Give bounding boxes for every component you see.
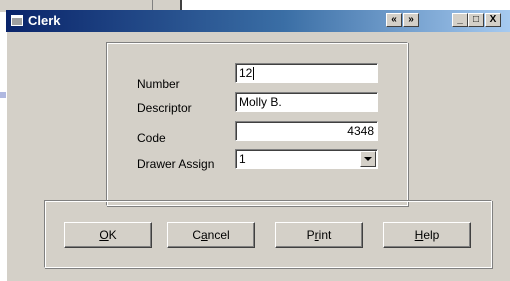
minimize-button[interactable]: _ (452, 13, 468, 27)
descriptor-label: Descriptor (137, 101, 192, 115)
number-value: 12 (239, 66, 253, 80)
cancel-label-start: C (192, 228, 201, 242)
close-button[interactable]: X (485, 13, 501, 27)
cancel-accelerator: a (200, 228, 208, 242)
help-label-rest: elp (423, 228, 440, 242)
drawer-assign-select[interactable]: 1 (235, 149, 378, 169)
print-button[interactable]: Print (275, 222, 363, 248)
code-label: Code (137, 131, 166, 145)
title-bar[interactable]: Clerk « » _ □ X (6, 10, 510, 32)
descriptor-input[interactable]: Molly B. (235, 92, 378, 112)
number-label: Number (137, 77, 180, 91)
drawer-assign-value: 1 (239, 152, 246, 166)
help-button[interactable]: Help (383, 222, 471, 248)
button-panel: OK Cancel Print Help (44, 200, 492, 268)
text-caret (253, 67, 255, 81)
ok-label-rest: K (108, 228, 117, 242)
maximize-button[interactable]: □ (468, 13, 484, 27)
number-input[interactable]: 12 (235, 63, 378, 83)
print-label-rest: int (318, 228, 332, 242)
window-icon[interactable] (11, 15, 23, 26)
ok-accelerator: O (99, 228, 109, 242)
ok-button[interactable]: OK (64, 222, 152, 248)
clerk-fields-panel: Number 12 Descriptor Molly B. Code 4348 … (106, 42, 408, 206)
code-input[interactable]: 4348 (235, 121, 378, 141)
cancel-label-rest: ncel (207, 228, 230, 242)
chevron-down-icon[interactable] (360, 151, 376, 167)
previous-record-button[interactable]: « (386, 13, 402, 27)
print-label-start: P (306, 228, 315, 242)
window-title: Clerk (28, 13, 61, 28)
cancel-button[interactable]: Cancel (167, 222, 255, 248)
clerk-dialog: Clerk « » _ □ X Number 12 Descriptor Mol… (6, 10, 510, 281)
drawer-assign-label: Drawer Assign (137, 157, 215, 171)
next-record-button[interactable]: » (403, 13, 419, 27)
